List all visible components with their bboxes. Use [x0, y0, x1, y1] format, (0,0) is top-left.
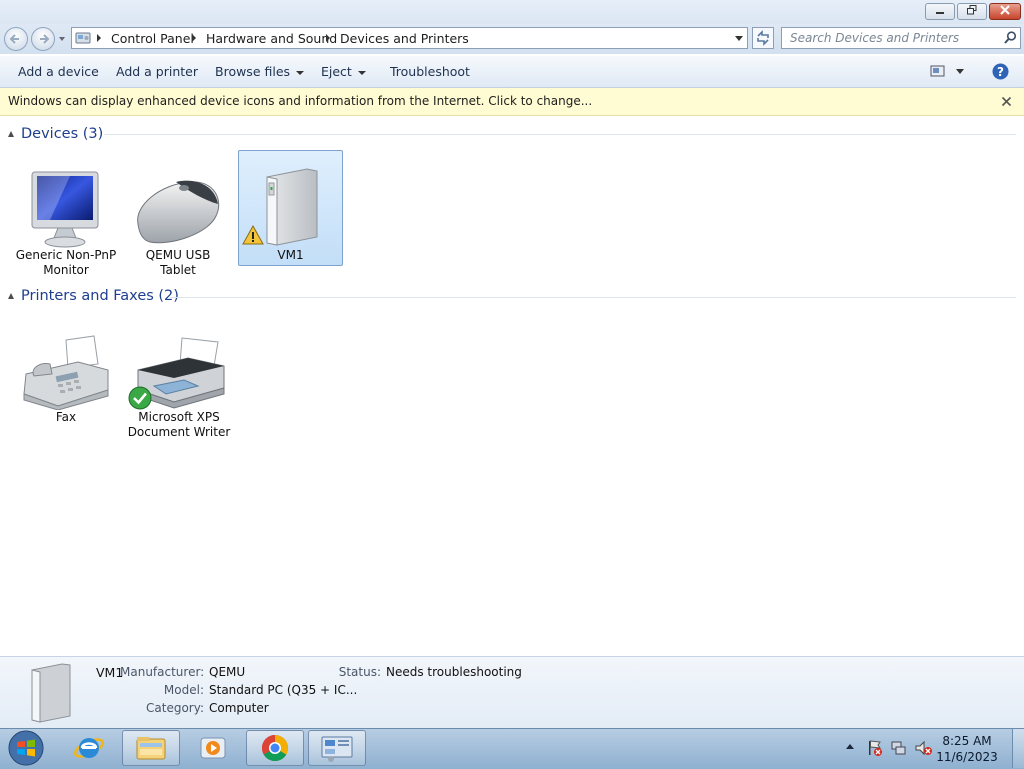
item-label-line: Microsoft XPS: [138, 410, 220, 424]
taskbar-devices-and-printers[interactable]: [308, 730, 366, 766]
devices-and-printers-icon: [321, 736, 353, 762]
mouse-icon: [137, 180, 220, 244]
svg-text:?: ?: [997, 65, 1004, 79]
details-category-value: Computer: [209, 701, 269, 715]
devices-group-header[interactable]: Devices (3): [21, 126, 103, 142]
item-label-line: Generic Non-PnP: [15, 248, 117, 262]
printer-microsoft-xps[interactable]: Microsoft XPS Document Writer: [126, 318, 232, 442]
breadcrumb-separator-icon[interactable]: [326, 34, 330, 42]
clock-date: 11/6/2023: [936, 750, 998, 764]
breadcrumb-control-panel[interactable]: Control Panel: [111, 31, 194, 46]
default-check-icon: [128, 386, 152, 410]
control-panel-icon: [75, 32, 91, 44]
taskbar-chrome[interactable]: [246, 730, 304, 766]
device-generic-monitor[interactable]: Generic Non-PnP Monitor: [14, 152, 118, 282]
change-view-icon[interactable]: [930, 64, 946, 78]
chrome-icon: [261, 734, 289, 762]
minimize-icon: [936, 12, 944, 14]
view-options-dropdown[interactable]: [956, 69, 964, 74]
clock-time: 8:25 AM: [942, 734, 992, 748]
chevron-down-icon: [357, 70, 366, 75]
details-model-value: Standard PC (Q35 + IC...: [209, 683, 358, 697]
show-hidden-icons-button[interactable]: [846, 744, 854, 749]
monitor-icon: [31, 171, 99, 248]
details-category-label: Category:: [146, 701, 204, 715]
action-center-flag-icon[interactable]: [866, 739, 884, 757]
system-clock[interactable]: 8:25 AM 11/6/2023: [932, 733, 1002, 765]
network-icon[interactable]: [890, 739, 908, 757]
title-bar[interactable]: [0, 0, 1024, 24]
search-placeholder: Search Devices and Printers: [790, 31, 960, 45]
collapse-printers-icon[interactable]: [8, 293, 14, 299]
file-explorer-icon: [136, 737, 166, 760]
info-bar-text[interactable]: Windows can display enhanced device icon…: [8, 94, 592, 108]
printers-group-header[interactable]: Printers and Faxes (2): [21, 288, 179, 304]
item-label-line: Fax: [55, 410, 77, 424]
forward-arrow-icon: [40, 34, 50, 44]
fax-icon: [23, 335, 109, 410]
breadcrumb-devices-and-printers[interactable]: Devices and Printers: [340, 31, 469, 46]
device-vm1[interactable]: VM1: [238, 150, 343, 266]
breadcrumb-hardware-and-sound[interactable]: Hardware and Sound: [206, 31, 337, 46]
browse-files-label: Browse files: [215, 64, 291, 79]
taskbar-internet-explorer[interactable]: [60, 730, 118, 766]
refresh-icon: [757, 30, 769, 46]
restore-button[interactable]: [957, 3, 987, 20]
close-icon: [1000, 5, 1010, 15]
warning-icon: [242, 225, 264, 245]
details-manufacturer-value: QEMU: [209, 665, 246, 679]
close-button[interactable]: [989, 3, 1021, 20]
item-label-line: Tablet: [160, 263, 196, 277]
troubleshoot-button[interactable]: Troubleshoot: [390, 64, 470, 79]
item-label-line: QEMU USB: [145, 248, 211, 262]
taskbar-media-player[interactable]: [184, 730, 242, 766]
internet-explorer-icon: [73, 738, 105, 758]
item-label-line: Document Writer: [127, 425, 231, 439]
printer-fax[interactable]: Fax: [14, 318, 118, 438]
add-printer-button[interactable]: Add a printer: [116, 64, 198, 79]
details-status-label: Status:: [338, 665, 381, 679]
minimize-button[interactable]: [925, 3, 955, 20]
back-arrow-icon: [9, 34, 19, 44]
recent-pages-dropdown[interactable]: [59, 37, 65, 41]
chevron-down-icon: [296, 70, 305, 75]
volume-muted-icon[interactable]: [914, 739, 934, 757]
dismiss-infobar-icon[interactable]: [1001, 96, 1012, 107]
restore-icon: [967, 5, 977, 15]
forward-button[interactable]: [31, 27, 55, 51]
taskbar-file-explorer[interactable]: [122, 730, 180, 766]
group-divider: [170, 297, 1016, 298]
item-label-line: Monitor: [43, 263, 89, 277]
back-button[interactable]: [4, 27, 28, 51]
breadcrumb-separator-icon[interactable]: [192, 34, 196, 42]
item-label-line: VM1: [277, 248, 304, 262]
address-history-dropdown[interactable]: [735, 36, 743, 41]
details-status-value: Needs troubleshooting: [386, 665, 522, 679]
details-model-label: Model:: [163, 683, 204, 697]
details-manufacturer-label: Manufacturer:: [120, 665, 205, 679]
computer-icon: [266, 168, 318, 246]
help-icon[interactable]: ?: [992, 63, 1009, 80]
media-player-icon: [200, 737, 226, 759]
eject-button[interactable]: Eject: [321, 64, 366, 79]
search-icon[interactable]: [1002, 30, 1018, 46]
start-button[interactable]: [6, 729, 46, 767]
eject-label: Eject: [321, 64, 352, 79]
add-device-button[interactable]: Add a device: [18, 64, 99, 79]
details-computer-icon: [31, 663, 71, 723]
group-divider: [104, 134, 1016, 135]
browse-files-button[interactable]: Browse files: [215, 64, 305, 79]
device-qemu-usb-tablet[interactable]: QEMU USB Tablet: [126, 152, 230, 282]
show-desktop-button[interactable]: [1012, 729, 1024, 768]
refresh-button[interactable]: [752, 27, 774, 49]
breadcrumb-separator-icon[interactable]: [97, 34, 101, 42]
collapse-devices-icon[interactable]: [8, 131, 14, 137]
